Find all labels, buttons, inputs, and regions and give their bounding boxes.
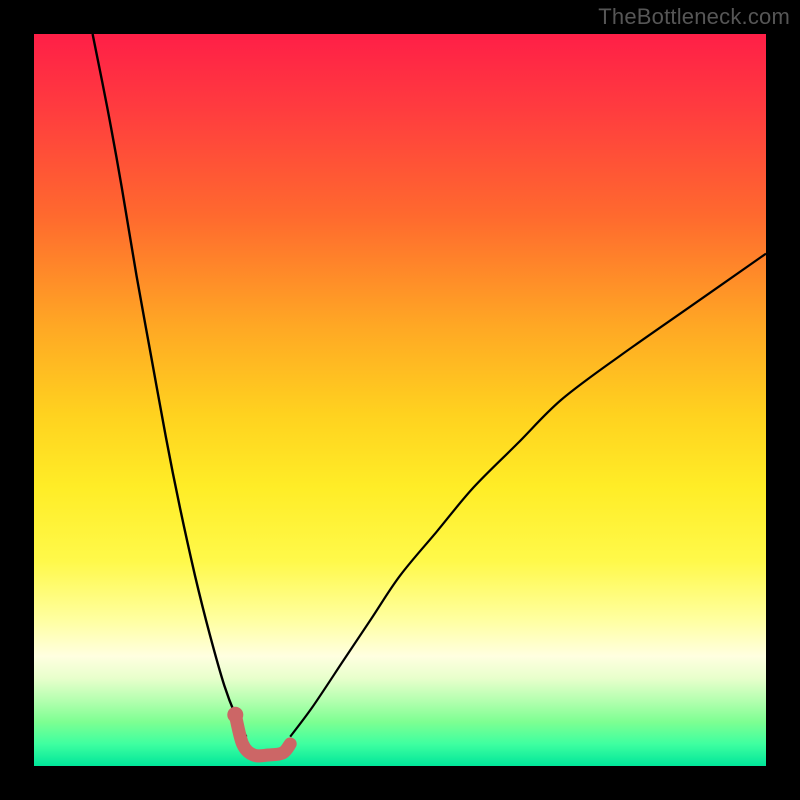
curves-svg (34, 34, 766, 766)
watermark-text: TheBottleneck.com (598, 4, 790, 30)
plot-area (34, 34, 766, 766)
right-branch-curve (290, 254, 766, 737)
left-branch-curve (93, 34, 247, 737)
chart-frame: TheBottleneck.com (0, 0, 800, 800)
valley-marker-curve (235, 715, 290, 756)
valley-marker-dot (227, 707, 243, 723)
